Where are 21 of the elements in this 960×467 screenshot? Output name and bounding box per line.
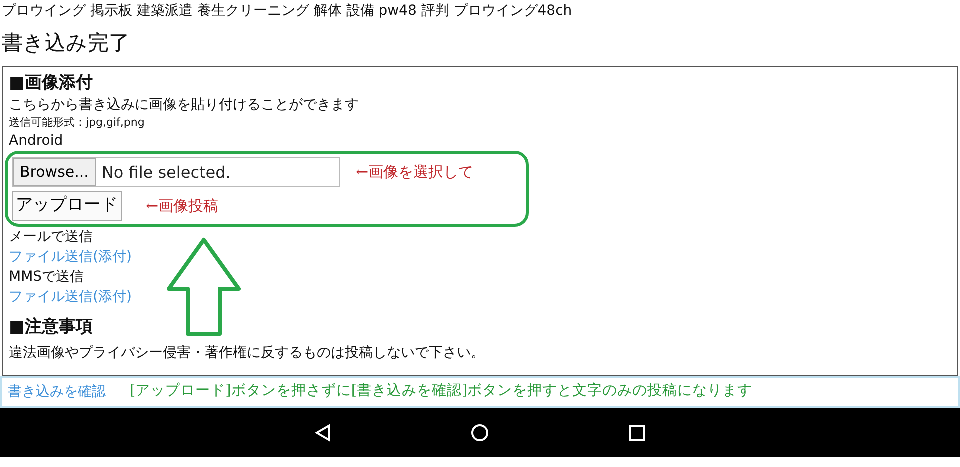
send-method-label: メールで送信 [9,228,94,247]
notice-text: 違法画像やプライバシー侵害・著作権に反するものは投稿しないで下さい。 [9,344,486,363]
recents-icon[interactable] [629,424,645,440]
formats-text: 送信可能形式：jpg,gif,png [9,115,146,131]
page-title: プロウイング 掲示板 建築派遣 養生クリーニング 解体 設備 pw48 評判 プロウイング48ch [1,2,574,21]
send-method-label: MMSで送信 [9,268,86,287]
browse-button[interactable]: Browse... [13,158,96,186]
footer-note: [アップロード]ボタンを押さずに[書き込みを確認]ボタンを押すと文字のみの投稿になります [130,382,753,402]
page-heading: 書き込み完了 [2,30,131,57]
description-text: こちらから書き込みに画像を貼り付けることができます [9,96,360,115]
annotation-text: ←画像投稿 [146,196,219,217]
section-title: ■画像添付 [9,72,94,95]
annotation-text: ←画像を選択して [356,162,474,183]
platform-label: Android [9,132,64,151]
home-icon[interactable] [471,424,489,442]
up-arrow-icon [167,238,241,336]
back-icon[interactable] [315,424,331,442]
section-title: ■注意事項 [9,316,94,339]
upload-button[interactable]: アップロード [12,191,122,221]
file-status: No file selected. [100,162,232,184]
file-input[interactable]: Browse... No file selected. [12,157,340,187]
